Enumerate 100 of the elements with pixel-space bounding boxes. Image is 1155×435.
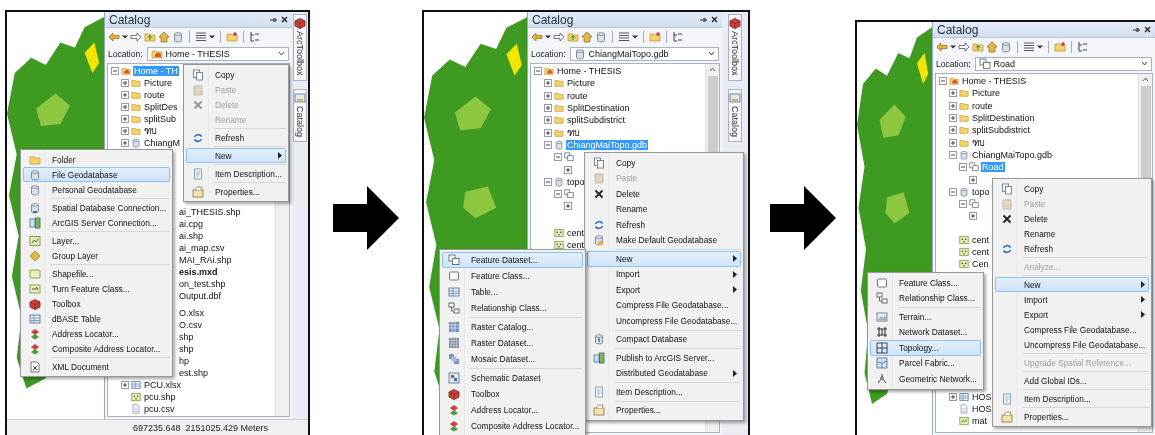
close-icon[interactable] — [1144, 26, 1151, 33]
expand-toggle[interactable] — [949, 114, 957, 123]
menu-item[interactable]: Feature Dataset... — [442, 252, 584, 268]
tree-item[interactable]: splitSub — [143, 114, 178, 124]
menu-item[interactable]: Delete — [587, 186, 742, 202]
menu-item[interactable]: Table... — [442, 284, 584, 300]
menu-item[interactable]: Properties... — [587, 402, 742, 418]
tree-view-icon[interactable] — [672, 30, 684, 43]
tree-item[interactable]: PCU.xlsx — [143, 380, 182, 390]
tree-item[interactable]: cent — [971, 247, 990, 257]
location-field[interactable]: Road — [974, 56, 1152, 71]
database-icon[interactable] — [595, 30, 607, 43]
forward-arrow-icon[interactable] — [553, 30, 565, 43]
menu-item[interactable]: Raster Dataset... — [442, 335, 584, 351]
location-field[interactable]: Home - THESIS — [146, 46, 289, 61]
menu-item[interactable]: Copy — [995, 181, 1150, 196]
expand-toggle[interactable] — [564, 165, 572, 174]
expand-toggle[interactable] — [949, 89, 957, 98]
menu-item[interactable]: XML Document — [23, 359, 171, 374]
tree-item[interactable]: mat — [971, 416, 988, 427]
tree-item[interactable]: est.shp — [178, 368, 210, 378]
menu-item[interactable]: Folder — [23, 152, 171, 167]
new-folder-icon[interactable] — [1054, 40, 1066, 53]
tree-item[interactable]: route — [971, 100, 994, 111]
menu-item[interactable]: Shapefile... — [23, 266, 171, 281]
expand-toggle[interactable] — [121, 139, 129, 147]
tree-item[interactable]: MAI_RAi.shp — [178, 255, 233, 265]
list-view-icon[interactable] — [1023, 40, 1035, 53]
menu-item[interactable]: Personal Geodatabase — [23, 182, 171, 197]
tree-item[interactable]: esis.mxd — [178, 267, 219, 277]
tree-item[interactable]: ai.shp — [178, 231, 205, 241]
expand-toggle[interactable] — [544, 128, 552, 137]
tree-view-icon[interactable] — [249, 30, 261, 43]
menu-item[interactable]: Spatial Database Connection... — [23, 200, 171, 215]
menu-item[interactable]: Toolbox — [442, 386, 584, 402]
expand-toggle[interactable] — [564, 202, 572, 211]
collapse-toggle[interactable] — [949, 150, 957, 159]
tree-item[interactable]: cent — [566, 240, 585, 250]
caret-icon[interactable] — [545, 34, 551, 39]
menu-item[interactable]: Item Description... — [186, 166, 286, 181]
tree-item[interactable]: on_test.shp — [178, 279, 227, 289]
tree-item[interactable]: shp — [178, 332, 195, 342]
expand-toggle[interactable] — [121, 381, 129, 389]
tree-item[interactable]: Home - THESIS — [556, 66, 623, 77]
expand-toggle[interactable] — [969, 175, 977, 184]
close-icon[interactable] — [711, 16, 718, 23]
new-folder-icon[interactable] — [649, 30, 661, 43]
collapse-toggle[interactable] — [544, 140, 552, 149]
scroll-up-icon[interactable] — [1142, 77, 1149, 82]
menu-item[interactable]: Export — [587, 282, 742, 298]
tree-item[interactable]: Picture — [971, 88, 1001, 99]
up-folder-icon[interactable] — [567, 30, 579, 43]
pin-icon[interactable] — [269, 15, 277, 24]
tree-item[interactable]: SplitDes — [143, 102, 179, 112]
menu-item[interactable]: Rename — [587, 201, 742, 217]
up-folder-icon[interactable] — [972, 40, 984, 53]
tree-item[interactable]: ฑบ — [143, 124, 158, 138]
collapse-toggle[interactable] — [949, 187, 957, 196]
collapse-toggle[interactable] — [959, 163, 967, 172]
caret-icon[interactable] — [632, 34, 638, 39]
menu-item[interactable]: Export — [995, 307, 1150, 322]
pin-icon[interactable] — [1132, 25, 1140, 34]
menu-item[interactable]: Import — [587, 266, 742, 282]
menu-item[interactable]: Composite Address Locator... — [23, 341, 171, 356]
tree-item[interactable]: O.xlsx — [178, 308, 205, 318]
menu-item[interactable]: Feature Class... — [870, 275, 981, 291]
menu-item[interactable]: Topology... — [870, 340, 981, 356]
tree-item[interactable]: ฑบ — [971, 135, 986, 150]
expand-toggle[interactable] — [121, 91, 129, 99]
collapse-toggle[interactable] — [534, 67, 542, 76]
tree-item[interactable]: Picture — [566, 78, 596, 89]
menu-item[interactable]: Feature Class... — [442, 268, 584, 284]
tree-item[interactable]: hp — [178, 356, 190, 366]
tree-item[interactable]: ai_map.csv — [178, 243, 226, 253]
expand-toggle[interactable] — [121, 103, 129, 111]
tree-item[interactable]: splitSubdistrict — [566, 115, 627, 126]
menu-item[interactable]: Address Locator... — [442, 402, 584, 418]
tree-item[interactable]: pcu.shp — [143, 392, 177, 402]
menu-item[interactable]: Item Description... — [995, 391, 1150, 406]
menu-item[interactable]: Compress File Geodatabase... — [995, 322, 1150, 337]
tree-item[interactable]: cent — [971, 234, 990, 245]
pin-icon[interactable] — [699, 15, 707, 24]
expand-toggle[interactable] — [121, 127, 129, 135]
collapse-toggle[interactable] — [554, 153, 562, 162]
tree-item[interactable]: SplitDestination — [566, 103, 631, 114]
tree-item[interactable]: splitSubdistrict — [971, 125, 1032, 136]
expand-toggle[interactable] — [949, 126, 957, 135]
tree-item[interactable]: ฑบ — [566, 125, 581, 140]
menu-item[interactable]: New — [587, 251, 742, 267]
list-view-icon[interactable] — [618, 30, 630, 43]
home-icon[interactable] — [581, 30, 593, 43]
expand-toggle[interactable] — [544, 104, 552, 113]
menu-item[interactable]: Turn Feature Class... — [23, 281, 171, 296]
menu-item[interactable]: Uncompress File Geodatabase... — [587, 313, 742, 329]
collapse-toggle[interactable] — [939, 77, 947, 86]
expand-toggle[interactable] — [121, 115, 129, 123]
home-icon[interactable] — [986, 40, 998, 53]
tree-item[interactable]: Cen — [971, 259, 990, 270]
tree-item[interactable]: Home - THESIS — [961, 76, 1028, 87]
tree-item[interactable]: cent — [566, 227, 585, 238]
